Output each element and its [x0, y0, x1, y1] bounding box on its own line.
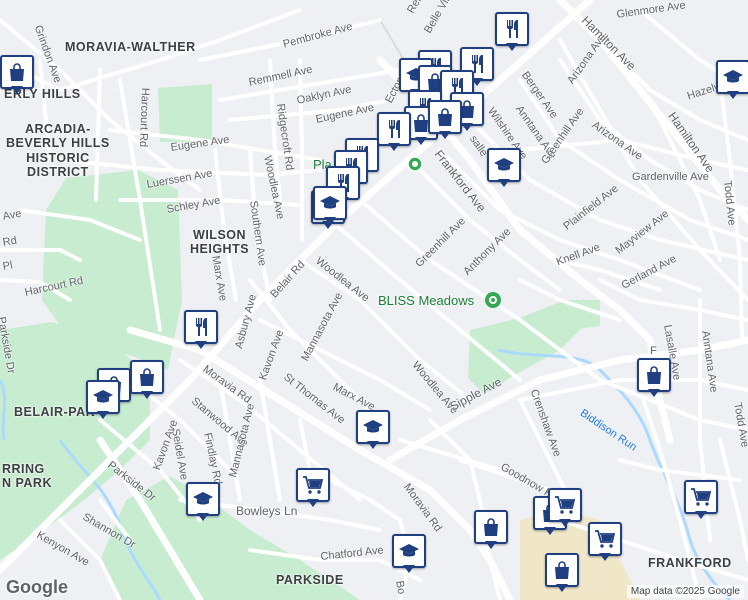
marker-box: [130, 360, 164, 394]
shopping-cart-icon: [555, 496, 576, 514]
marker-box: [487, 148, 521, 182]
school-marker[interactable]: [356, 410, 390, 450]
marker-tip: [648, 389, 660, 397]
restaurant-icon: [196, 318, 207, 336]
shopping-cart-marker[interactable]: [296, 468, 330, 508]
marker-tip: [506, 43, 518, 51]
school-icon: [93, 390, 113, 403]
marker-tip: [11, 86, 23, 94]
school-marker[interactable]: [86, 380, 120, 420]
marker-box: [356, 410, 390, 444]
marker-box: [186, 482, 220, 516]
map-view[interactable]: MORAVIA-WALTHER ERLY HILLS ARCADIA- BEVE…: [0, 0, 748, 600]
marker-box: [184, 310, 218, 344]
marker-tip: [599, 553, 611, 561]
school-marker[interactable]: [313, 186, 347, 226]
marker-tip: [388, 143, 400, 151]
map-base: [0, 0, 748, 600]
marker-box: [684, 480, 718, 514]
marker-tip: [727, 91, 739, 99]
restaurant-icon: [389, 120, 400, 138]
school-icon: [363, 420, 383, 433]
shopping-bag-marker[interactable]: [130, 360, 164, 400]
marker-tip: [97, 411, 109, 419]
marker-tip: [415, 137, 427, 145]
school-icon: [494, 158, 514, 171]
shopping-cart-marker[interactable]: [588, 522, 622, 562]
school-marker[interactable]: [186, 482, 220, 522]
school-icon: [723, 70, 743, 83]
shopping-bag-marker[interactable]: [474, 510, 508, 550]
restaurant-marker[interactable]: [495, 12, 529, 52]
marker-tip: [324, 217, 336, 225]
marker-box: [588, 522, 622, 556]
marker-box: [474, 510, 508, 544]
marker-tip: [498, 179, 510, 187]
marker-tip: [559, 519, 571, 527]
google-logo: Google: [6, 577, 68, 597]
marker-box: [548, 488, 582, 522]
school-marker[interactable]: [392, 534, 426, 574]
restaurant-marker[interactable]: [377, 112, 411, 152]
school-marker[interactable]: [487, 148, 521, 188]
shopping-cart-marker[interactable]: [548, 488, 582, 528]
marker-box: [428, 100, 462, 134]
shopping-bag-marker[interactable]: [637, 358, 671, 398]
marker-box: [377, 112, 411, 146]
marker-tip: [307, 499, 319, 507]
shopping-cart-icon: [595, 530, 616, 548]
shopping-bag-icon: [555, 561, 569, 579]
school-icon: [193, 492, 213, 505]
marker-tip: [403, 565, 415, 573]
marker-tip: [439, 131, 451, 139]
shopping-bag-icon: [438, 108, 452, 126]
shopping-bag-icon: [484, 518, 498, 536]
shopping-bag-marker[interactable]: [428, 100, 462, 140]
shopping-cart-marker[interactable]: [684, 480, 718, 520]
shopping-bag-marker[interactable]: [0, 55, 34, 95]
marker-box: [296, 468, 330, 502]
school-icon: [399, 544, 419, 557]
map-attribution[interactable]: Map data ©2025 Google: [626, 585, 744, 598]
marker-box: [86, 380, 120, 414]
marker-tip: [367, 441, 379, 449]
marker-box: [637, 358, 671, 392]
marker-tip: [556, 584, 568, 592]
marker-tip: [197, 513, 209, 521]
marker-box: [313, 186, 347, 220]
marker-box: [545, 553, 579, 587]
restaurant-icon: [507, 20, 518, 38]
school-icon: [320, 196, 340, 209]
shopping-cart-icon: [303, 476, 324, 494]
marker-box: [495, 12, 529, 46]
restaurant-marker[interactable]: [184, 310, 218, 350]
marker-tip: [461, 123, 473, 131]
marker-box: [0, 55, 34, 89]
marker-tip: [485, 541, 497, 549]
marker-tip: [544, 527, 556, 535]
marker-tip: [195, 341, 207, 349]
shopping-bag-marker[interactable]: [545, 553, 579, 593]
marker-box: [716, 60, 748, 94]
marker-tip: [695, 511, 707, 519]
shopping-bag-icon: [10, 63, 24, 81]
marker-box: [392, 534, 426, 568]
shopping-bag-icon: [647, 366, 661, 384]
school-marker[interactable]: [716, 60, 748, 100]
park-moravia: [158, 84, 212, 142]
shopping-bag-icon: [140, 368, 154, 386]
shopping-cart-icon: [691, 488, 712, 506]
marker-tip: [141, 391, 153, 399]
